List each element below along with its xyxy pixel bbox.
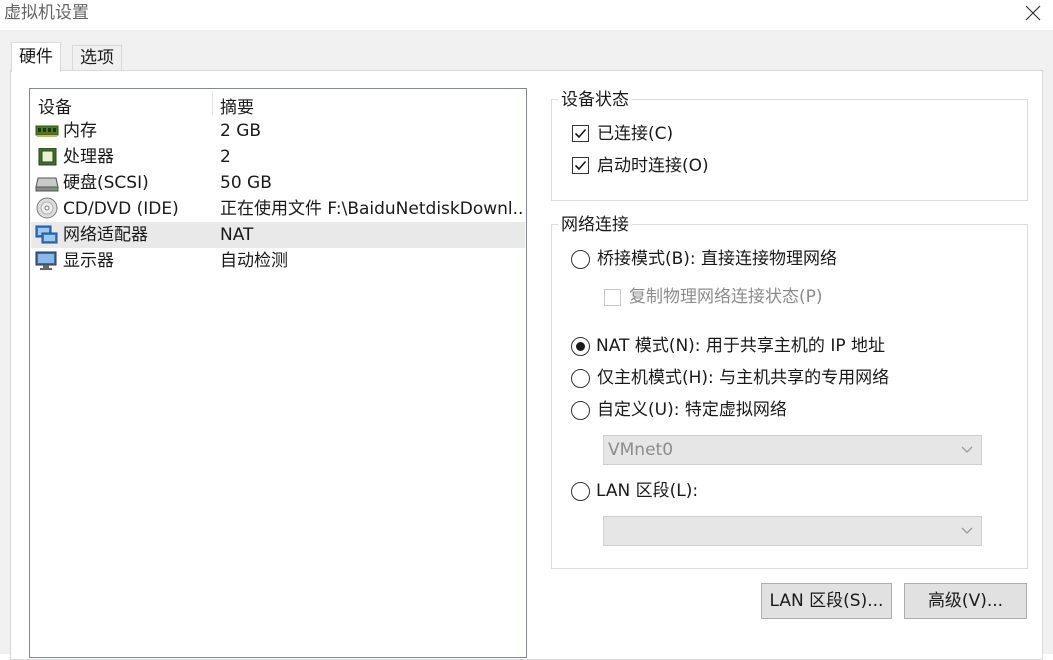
- device-name: 显示器: [63, 251, 114, 271]
- close-button[interactable]: [1018, 0, 1048, 26]
- nat-label[interactable]: NAT 模式(N): 用于共享主机的 IP 地址: [596, 335, 885, 357]
- custom-network-value: VMnet0: [608, 440, 674, 460]
- title-bar: [0, 0, 1053, 30]
- replicate-state-label[interactable]: 复制物理网络连接状态(P): [629, 286, 823, 308]
- device-row-memory[interactable]: 内存 2 GB: [31, 118, 525, 144]
- device-row-processor[interactable]: 处理器 2: [31, 144, 525, 170]
- checkmark-icon: [574, 128, 587, 139]
- device-row-network-adapter[interactable]: 网络适配器 NAT: [31, 222, 525, 248]
- device-list[interactable]: 设备 摘要 内存 2 GB 处理器 2 硬盘(SCSI) 50 GB CD/DV…: [29, 88, 527, 658]
- chevron-down-icon: [961, 527, 973, 534]
- network-connection-label: 网络连接: [558, 215, 632, 235]
- lan-segment-label[interactable]: LAN 区段(L):: [596, 480, 698, 502]
- device-name: 硬盘(SCSI): [63, 173, 149, 193]
- bridged-radio[interactable]: [571, 250, 590, 269]
- advanced-button[interactable]: 高级(V)...: [904, 583, 1027, 619]
- host-only-radio[interactable]: [571, 369, 590, 388]
- column-header-device[interactable]: 设备: [38, 93, 72, 118]
- cd-dvd-icon: [36, 197, 58, 219]
- column-separator: [212, 91, 213, 115]
- connected-label[interactable]: 已连接(C): [597, 123, 673, 145]
- radio-selected-dot: [576, 342, 585, 351]
- device-name: 内存: [63, 121, 97, 141]
- network-adapter-icon: [35, 225, 58, 244]
- device-name: 处理器: [63, 147, 114, 167]
- device-status-label: 设备状态: [558, 90, 632, 110]
- close-icon: [1025, 5, 1041, 21]
- lan-segments-button[interactable]: LAN 区段(S)...: [761, 583, 892, 619]
- device-summary: 50 GB: [220, 173, 272, 193]
- device-row-harddisk[interactable]: 硬盘(SCSI) 50 GB: [31, 170, 525, 196]
- tab-hardware[interactable]: 硬件: [11, 42, 61, 72]
- tab-options[interactable]: 选项: [72, 45, 122, 70]
- replicate-state-checkbox[interactable]: [604, 289, 621, 306]
- checkmark-icon: [574, 160, 587, 171]
- lan-segment-radio[interactable]: [571, 482, 590, 501]
- harddisk-icon: [35, 177, 59, 192]
- connect-at-power-on-label[interactable]: 启动时连接(O): [597, 155, 709, 177]
- device-row-display[interactable]: 显示器 自动检测: [31, 248, 525, 274]
- display-icon: [35, 251, 57, 270]
- device-name: CD/DVD (IDE): [63, 199, 179, 219]
- device-summary: 2 GB: [220, 121, 262, 141]
- window-title: 虚拟机设置: [4, 3, 89, 23]
- memory-icon: [35, 125, 59, 137]
- connected-checkbox[interactable]: [572, 125, 589, 142]
- custom-radio[interactable]: [571, 401, 590, 420]
- connect-at-power-on-checkbox[interactable]: [572, 157, 589, 174]
- device-status-group: [551, 99, 1028, 201]
- custom-label[interactable]: 自定义(U): 特定虚拟网络: [597, 399, 787, 421]
- processor-icon: [38, 148, 57, 166]
- column-header-summary[interactable]: 摘要: [220, 93, 254, 118]
- lan-segment-select[interactable]: [603, 516, 982, 546]
- device-summary: 2: [220, 147, 231, 167]
- device-row-cd-dvd[interactable]: CD/DVD (IDE) 正在使用文件 F:\BaiduNetdiskDownl…: [31, 196, 525, 222]
- device-summary: NAT: [220, 225, 254, 245]
- chevron-down-icon: [961, 446, 973, 453]
- host-only-label[interactable]: 仅主机模式(H): 与主机共享的专用网络: [597, 367, 889, 389]
- device-name: 网络适配器: [63, 225, 148, 245]
- device-summary: 正在使用文件 F:\BaiduNetdiskDownl...: [220, 199, 525, 219]
- nat-radio[interactable]: [571, 337, 590, 356]
- bridged-label[interactable]: 桥接模式(B): 直接连接物理网络: [597, 248, 837, 270]
- custom-network-select[interactable]: VMnet0: [603, 435, 982, 465]
- device-summary: 自动检测: [220, 251, 288, 271]
